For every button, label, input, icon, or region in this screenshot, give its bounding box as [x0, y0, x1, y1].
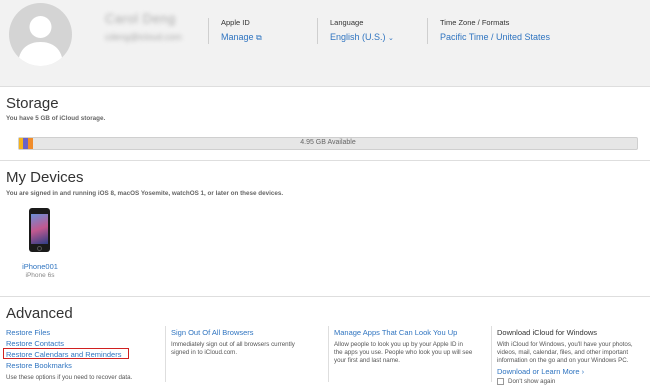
storage-subtitle: You have 5 GB of iCloud storage.	[6, 115, 106, 122]
sign-out-desc-line: Immediately sign out of all browsers cur…	[171, 341, 295, 348]
download-learn-more-label: Download or Learn More	[497, 367, 580, 376]
column-divider	[165, 326, 166, 382]
dont-show-again-checkbox[interactable]	[497, 378, 504, 385]
devices-subtitle: You are signed in and running iOS 8, mac…	[6, 190, 284, 197]
language-column: Language English (U.S.) ⌄	[330, 18, 394, 42]
device-model: iPhone 6s	[25, 272, 55, 279]
iphone-screen	[31, 214, 48, 244]
device-name: iPhone001	[22, 262, 58, 271]
storage-section	[0, 88, 650, 161]
manage-apps-description: Allow people to look you up by your Appl…	[334, 341, 490, 365]
timezone-label: Time Zone / Formats	[440, 18, 510, 27]
windows-desc-line: information on the go and on your Window…	[497, 357, 629, 364]
apple-id-label: Apple ID	[221, 18, 250, 27]
storage-available-text: 4.95 GB Available	[300, 139, 356, 146]
restore-files-link[interactable]: Restore Files	[6, 328, 50, 337]
header-divider	[208, 18, 209, 44]
devices-section	[0, 161, 650, 297]
manage-apps-desc-line: Allow people to look you up by your Appl…	[334, 341, 463, 348]
user-email: cdeng@icloud.com	[105, 32, 182, 42]
header-divider	[317, 18, 318, 44]
chevron-right-icon: ›	[581, 367, 585, 376]
windows-desc-line: videos, mail, calendar, files, and other…	[497, 349, 629, 356]
download-learn-more-link[interactable]: Download or Learn More ›	[497, 367, 584, 376]
language-dropdown[interactable]: English (U.S.) ⌄	[330, 32, 394, 42]
timezone-column: Time Zone / Formats Pacific Time / Unite…	[440, 18, 550, 42]
restore-bookmarks-link[interactable]: Restore Bookmarks	[6, 361, 72, 370]
chevron-down-icon: ⌄	[388, 35, 394, 42]
highlight-box	[3, 348, 129, 359]
language-value: English (U.S.)	[330, 32, 386, 42]
column-divider	[328, 326, 329, 382]
restore-description: Use these options if you need to recover…	[6, 374, 133, 381]
sign-out-description: Immediately sign out of all browsers cur…	[171, 341, 321, 357]
windows-desc-line: With iCloud for Windows, you'll have you…	[497, 341, 633, 348]
apple-id-manage-link[interactable]: Manage ⧉	[221, 32, 262, 43]
header-divider	[427, 18, 428, 44]
manage-label: Manage	[221, 32, 254, 42]
avatar[interactable]	[9, 3, 72, 66]
dont-show-again-label: Don't show again	[508, 378, 556, 385]
timezone-link[interactable]: Pacific Time / United States	[440, 32, 550, 42]
apple-id-column: Apple ID Manage ⧉	[221, 18, 262, 43]
manage-apps-desc-line: the apps you use. People who look you up…	[334, 349, 473, 356]
windows-download-title: Download iCloud for Windows	[497, 328, 598, 337]
devices-title: My Devices	[6, 169, 84, 186]
manage-apps-desc-line: your first and last name.	[334, 357, 401, 364]
iphone-icon	[29, 208, 50, 252]
sign-out-all-browsers-link[interactable]: Sign Out Of All Browsers	[171, 328, 254, 337]
home-button	[37, 246, 42, 251]
language-label: Language	[330, 18, 364, 27]
windows-description: With iCloud for Windows, you'll have you…	[497, 341, 649, 365]
person-silhouette-icon	[18, 16, 63, 66]
advanced-title: Advanced	[6, 305, 73, 322]
column-divider	[491, 326, 492, 382]
user-name: Carol Deng	[105, 11, 176, 26]
restore-contacts-link[interactable]: Restore Contacts	[6, 339, 64, 348]
manage-apps-link[interactable]: Manage Apps That Can Look You Up	[334, 328, 457, 337]
sign-out-desc-line: signed in to iCloud.com.	[171, 349, 238, 356]
account-header: Carol Deng cdeng@icloud.com Apple ID Man…	[0, 0, 650, 87]
storage-title: Storage	[6, 95, 59, 112]
external-link-icon: ⧉	[256, 33, 262, 42]
storage-bar[interactable]: 4.95 GB Available	[18, 137, 638, 150]
